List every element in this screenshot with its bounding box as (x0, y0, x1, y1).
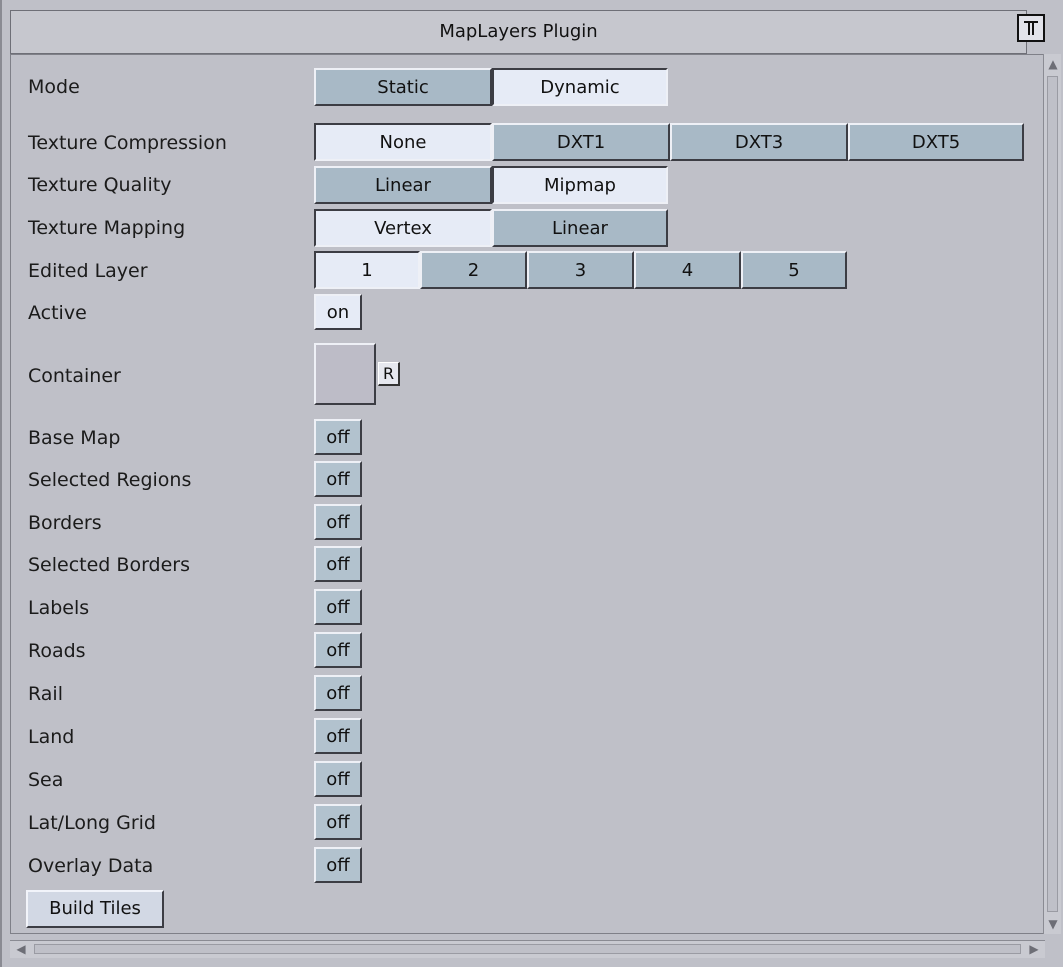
toggle-label: Labels (28, 597, 90, 619)
vertical-scroll-track[interactable] (1047, 76, 1058, 912)
lat-long-grid-toggle[interactable]: off (314, 804, 362, 840)
plugin-window: MapLayers Plugin Mode Static Dynamic Tex… (0, 0, 1063, 967)
toggle-label: Borders (28, 512, 102, 534)
scroll-down-icon[interactable]: ▼ (1045, 916, 1061, 932)
layer-4-button[interactable]: 4 (634, 251, 741, 289)
texture-mapping-label: Texture Mapping (28, 217, 186, 239)
toggle-label: Overlay Data (28, 855, 154, 877)
layer-5-button[interactable]: 5 (741, 251, 847, 289)
quality-linear-button[interactable]: Linear (314, 166, 492, 204)
base-map-toggle[interactable]: off (314, 419, 362, 455)
plugin-icon-glyph (1024, 21, 1038, 35)
toggle-label: Selected Borders (28, 554, 191, 576)
scroll-right-icon[interactable]: ▶ (1025, 941, 1043, 957)
texture-quality-label: Texture Quality (28, 174, 172, 196)
vertical-scrollbar[interactable]: ▲ ▼ (1043, 54, 1061, 934)
mapping-vertex-button[interactable]: Vertex (314, 209, 492, 247)
layer-3-button[interactable]: 3 (527, 251, 634, 289)
mode-dynamic-button[interactable]: Dynamic (492, 68, 668, 106)
labels-toggle[interactable]: off (314, 589, 362, 625)
rail-toggle[interactable]: off (314, 675, 362, 711)
toggle-label: Base Map (28, 427, 121, 449)
toggle-label: Roads (28, 640, 86, 662)
overlay-data-toggle[interactable]: off (314, 847, 362, 883)
compression-dxt3-button[interactable]: DXT3 (670, 123, 848, 161)
toggle-label: Sea (28, 769, 64, 791)
compression-none-button[interactable]: None (314, 123, 492, 161)
layer-2-button[interactable]: 2 (420, 251, 527, 289)
land-toggle[interactable]: off (314, 718, 362, 754)
sea-toggle[interactable]: off (314, 761, 362, 797)
compression-dxt5-button[interactable]: DXT5 (848, 123, 1024, 161)
edited-layer-label: Edited Layer (28, 260, 148, 282)
container-slot[interactable] (314, 343, 376, 405)
quality-mipmap-button[interactable]: Mipmap (492, 166, 668, 204)
selected-regions-toggle[interactable]: off (314, 461, 362, 497)
window-title: MapLayers Plugin (439, 21, 598, 42)
scroll-left-icon[interactable]: ◀ (12, 941, 30, 957)
layer-1-button[interactable]: 1 (314, 251, 420, 289)
selected-borders-toggle[interactable]: off (314, 546, 362, 582)
build-tiles-button[interactable]: Build Tiles (26, 890, 164, 928)
active-label: Active (28, 302, 87, 324)
toggle-label: Selected Regions (28, 469, 192, 491)
roads-toggle[interactable]: off (314, 632, 362, 668)
toggle-label: Land (28, 726, 75, 748)
mapping-linear-button[interactable]: Linear (492, 209, 668, 247)
mode-label: Mode (28, 76, 80, 98)
scroll-up-icon[interactable]: ▲ (1045, 56, 1061, 72)
borders-toggle[interactable]: off (314, 504, 362, 540)
plugin-icon[interactable] (1017, 14, 1045, 42)
mode-static-button[interactable]: Static (314, 68, 492, 106)
toggle-label: Rail (28, 683, 63, 705)
horizontal-scroll-track[interactable] (34, 944, 1021, 954)
toggle-label: Lat/Long Grid (28, 812, 156, 834)
container-label: Container (28, 365, 121, 387)
title-bar: MapLayers Plugin (10, 10, 1027, 54)
texture-compression-label: Texture Compression (28, 132, 227, 154)
active-toggle[interactable]: on (314, 294, 362, 330)
compression-dxt1-button[interactable]: DXT1 (492, 123, 670, 161)
container-reset-button[interactable]: R (378, 362, 400, 386)
horizontal-scrollbar[interactable]: ◀ ▶ (10, 940, 1045, 958)
